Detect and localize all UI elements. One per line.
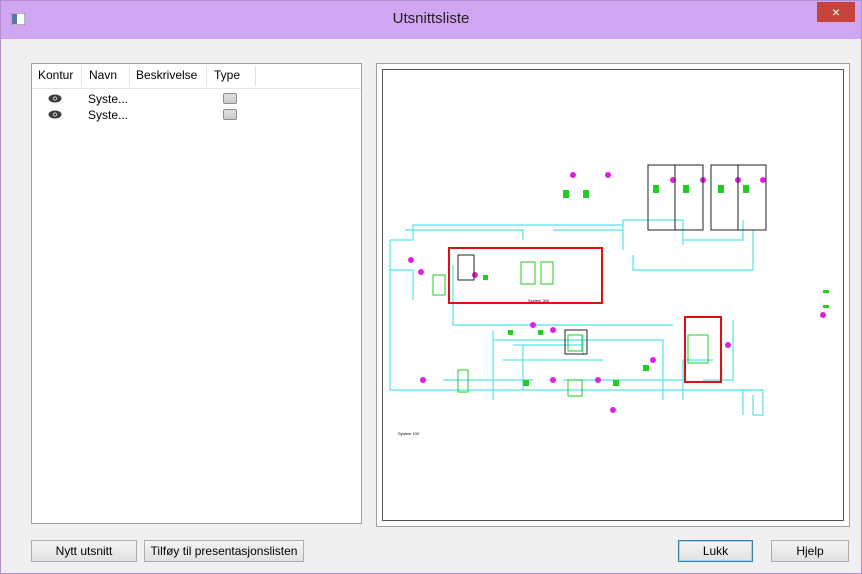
process-diagram: System 300 System 100 <box>389 164 829 436</box>
new-view-button[interactable]: Nytt utsnitt <box>31 540 137 562</box>
column-header-beskrivelse[interactable]: Beskrivelse <box>136 68 197 82</box>
column-header-navn[interactable]: Navn <box>89 68 117 82</box>
system-label: System 100 <box>398 431 420 436</box>
cabinets <box>457 164 767 355</box>
list-item-name: Syste... <box>88 92 129 106</box>
list-item[interactable]: Syste... <box>32 108 361 122</box>
column-header-kontur[interactable]: Kontur <box>38 68 73 82</box>
column-header-type[interactable]: Type <box>214 68 240 82</box>
close-button[interactable]: Lukk <box>678 540 753 562</box>
drawing-preview[interactable]: System 300 System 100 <box>382 69 844 521</box>
valves <box>408 172 826 413</box>
window-title: Utsnittsliste <box>392 10 470 27</box>
components <box>432 185 829 397</box>
layer-icon <box>223 109 237 120</box>
system-label: System 300 <box>528 298 550 303</box>
help-button[interactable]: Hjelp <box>771 540 849 562</box>
preview-panel: System 300 System 100 <box>376 63 850 527</box>
list-item[interactable]: Syste... <box>32 92 361 106</box>
view-list[interactable]: Kontur Navn Beskrivelse Type Syste... Sy… <box>31 63 362 524</box>
layer-icon <box>223 93 237 104</box>
title-bar[interactable]: Utsnittsliste × <box>1 1 861 39</box>
list-item-name: Syste... <box>88 108 129 122</box>
add-to-presentation-button[interactable]: Tilføy til presentasjonslisten <box>144 540 304 562</box>
dialog-window: Utsnittsliste × Kontur Navn Beskrivelse … <box>0 0 862 574</box>
eye-icon[interactable] <box>48 110 62 119</box>
view-highlights <box>448 247 722 383</box>
eye-icon[interactable] <box>48 94 62 103</box>
close-window-button[interactable]: × <box>817 2 855 22</box>
list-header: Kontur Navn Beskrivelse Type <box>32 64 361 89</box>
